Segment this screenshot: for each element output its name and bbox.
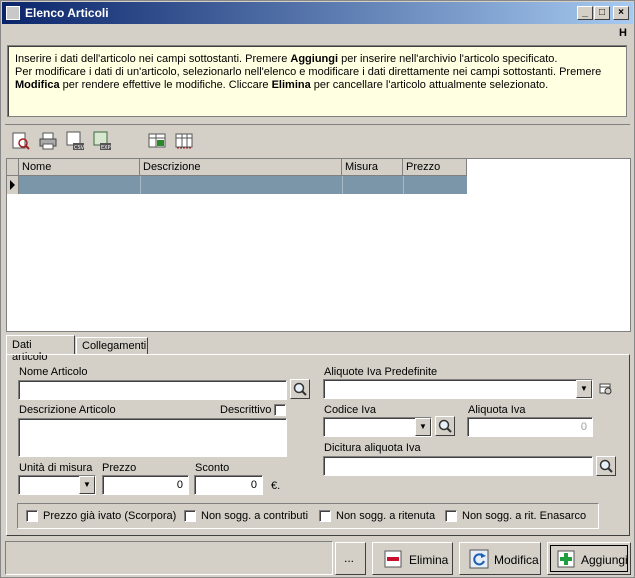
contributi-label: Non sogg. a contributi [201, 510, 309, 522]
exp-label: EXP [101, 145, 111, 151]
info-line3-post: per cancellare l'articolo attualmente se… [310, 79, 549, 91]
row-pointer-icon [10, 180, 15, 190]
info-line3-mid: per rendere effettive le modifiche. Clic… [59, 79, 272, 91]
contributi-checkbox[interactable] [184, 510, 196, 522]
column-header-misura[interactable]: Misura [342, 159, 403, 176]
csv-label: CSV [74, 145, 85, 151]
elimina-button[interactable]: Elimina [372, 542, 453, 575]
column-header-nome[interactable]: Nome [19, 159, 140, 176]
descrizione-textarea[interactable] [18, 418, 287, 457]
tab-dati-articolo[interactable]: Dati articolo [6, 335, 75, 363]
csv-export-icon[interactable]: CSV [65, 131, 85, 151]
elimina-label: Elimina [409, 553, 449, 567]
info-modifica: Modifica [15, 79, 60, 91]
descrizione-label: Descrizione Articolo [19, 404, 116, 416]
enasarco-checkbox[interactable] [445, 510, 457, 522]
aliquota-label: Aliquota Iva [468, 404, 526, 416]
unita-select[interactable]: ▼ [18, 475, 96, 495]
aliquote-label: Aliquote Iva Predefinite [324, 366, 438, 378]
aggiungi-button[interactable]: Aggiungi [547, 542, 631, 575]
aggiungi-label: Aggiungi [581, 553, 628, 567]
help-shortcut[interactable]: H [619, 27, 627, 39]
more-button[interactable]: ... [335, 542, 366, 575]
close-button[interactable]: × [613, 6, 629, 20]
search-doc-icon[interactable] [11, 131, 31, 151]
search-icon [293, 382, 307, 396]
descrittivo-checkbox[interactable] [274, 404, 286, 416]
dicitura-search-button[interactable] [596, 456, 616, 476]
scorpora-checkbox[interactable] [26, 510, 38, 522]
minimize-button[interactable]: _ [577, 6, 593, 20]
currency-label: €. [271, 480, 281, 492]
nome-field[interactable] [18, 380, 287, 400]
dicitura-label: Dicitura aliquota Iva [324, 442, 421, 454]
window-title: Elenco Articoli [25, 6, 109, 20]
info-aggiungi: Aggiungi [290, 53, 339, 65]
ritenuta-checkbox[interactable] [319, 510, 331, 522]
codice-iva-search-button[interactable] [435, 416, 455, 436]
info-line1-pre: Inserire i dati dell'articolo nei campi … [15, 53, 291, 65]
nome-label: Nome Articolo [19, 366, 88, 378]
aliquota-field: 0 [467, 417, 593, 437]
nome-search-button[interactable] [290, 379, 310, 399]
modifica-button[interactable]: Modifica [459, 542, 541, 575]
descrittivo-label: Descrittivo [220, 404, 272, 416]
prezzo-label: Prezzo [102, 462, 137, 474]
aliquote-settings-icon[interactable] [599, 382, 613, 396]
info-line1-post: per inserire nell'archivio l'articolo sp… [338, 53, 558, 65]
table-row[interactable] [7, 176, 467, 194]
info-elimina: Elimina [271, 79, 311, 91]
search-icon [599, 459, 613, 473]
exp-export-icon[interactable]: EXP [92, 131, 112, 151]
chevron-down-icon: ▼ [576, 380, 592, 398]
title-bar: Elenco Articoli _ □ × [2, 2, 633, 24]
maximize-button[interactable]: □ [594, 6, 610, 20]
prezzo-field[interactable]: 0 [102, 475, 189, 495]
sconto-label: Sconto [195, 462, 230, 474]
column-header-descrizione[interactable]: Descrizione [140, 159, 342, 176]
scorpora-label: Prezzo già ivato (Scorpora) [43, 510, 177, 522]
enasarco-label: Non sogg. a rit. Enasarco [462, 510, 587, 522]
tab-collegamenti[interactable]: Collegamenti [76, 337, 148, 355]
app-icon [6, 6, 20, 20]
info-line2: Per modificare i dati di un'articolo, se… [15, 66, 602, 78]
codice-iva-select[interactable]: ▼ [323, 417, 432, 437]
status-bar [5, 541, 333, 575]
add-column-icon[interactable] [147, 131, 167, 151]
more-label: ... [344, 551, 355, 565]
modifica-label: Modifica [494, 553, 539, 567]
chevron-down-icon: ▼ [79, 476, 95, 494]
plus-icon [557, 550, 575, 568]
print-icon[interactable] [38, 131, 58, 151]
chevron-down-icon: ▼ [415, 418, 431, 436]
window: Elenco Articoli _ □ × H Inserire i dati … [0, 0, 635, 578]
columns-icon[interactable] [174, 131, 194, 151]
instructions-panel: Inserire i dati dell'articolo nei campi … [7, 45, 627, 117]
sconto-field[interactable]: 0 [194, 475, 263, 495]
ritenuta-label: Non sogg. a ritenuta [336, 510, 436, 522]
row-indicator [7, 176, 19, 194]
dicitura-field[interactable] [323, 456, 593, 476]
unita-label: Unità di misura [19, 462, 93, 474]
codice-iva-label: Codice Iva [324, 404, 376, 416]
search-icon [438, 419, 452, 433]
grid-corner [7, 159, 19, 176]
column-header-prezzo[interactable]: Prezzo [403, 159, 467, 176]
toolbar: CSV EXP [5, 124, 630, 157]
refresh-icon [469, 549, 489, 569]
articles-grid[interactable]: Nome Descrizione Misura Prezzo [6, 158, 631, 332]
help-bar: H [2, 24, 633, 42]
aliquote-select[interactable]: ▼ [323, 379, 593, 399]
minus-icon [384, 550, 402, 568]
